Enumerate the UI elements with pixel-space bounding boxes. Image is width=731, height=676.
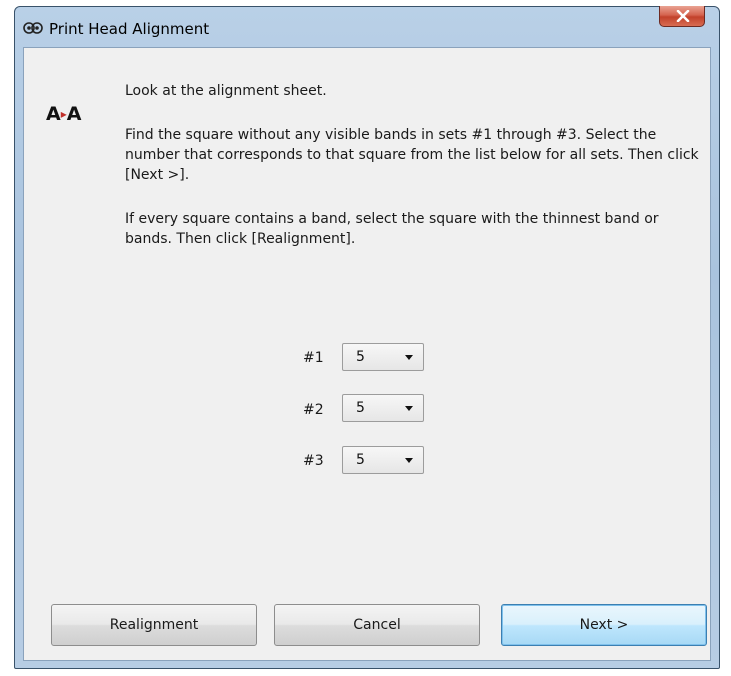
close-button[interactable] xyxy=(659,6,705,27)
dialog-window: Print Head Alignment A▸A Look at the ali… xyxy=(14,6,720,669)
chevron-down-icon xyxy=(405,406,413,411)
instruction-realignment: If every square contains a band, select … xyxy=(125,211,659,247)
chevron-down-icon xyxy=(405,355,413,360)
next-button[interactable]: Next > xyxy=(501,604,707,646)
window-title: Print Head Alignment xyxy=(49,20,210,38)
close-icon xyxy=(676,10,690,22)
cancel-button[interactable]: Cancel xyxy=(274,604,480,646)
set-2-select[interactable]: 5 xyxy=(342,394,424,422)
instruction-look: Look at the alignment sheet. xyxy=(125,83,327,99)
realignment-button[interactable]: Realignment xyxy=(51,604,257,646)
set-3-label: #3 xyxy=(303,453,324,469)
alignment-icon: A▸A xyxy=(46,103,82,125)
set-1-value: 5 xyxy=(356,349,365,365)
set-1-select[interactable]: 5 xyxy=(342,343,424,371)
set-3-value: 5 xyxy=(356,452,365,468)
dialog-content: A▸A Look at the alignment sheet. Find th… xyxy=(23,47,711,661)
set-2-label: #2 xyxy=(303,402,324,418)
printer-app-icon xyxy=(23,22,43,34)
set-3-select[interactable]: 5 xyxy=(342,446,424,474)
set-1-label: #1 xyxy=(303,350,324,366)
chevron-down-icon xyxy=(405,458,413,463)
title-bar[interactable]: Print Head Alignment xyxy=(15,6,719,47)
set-2-value: 5 xyxy=(356,400,365,416)
instruction-find-square: Find the square without any visible band… xyxy=(125,127,699,183)
